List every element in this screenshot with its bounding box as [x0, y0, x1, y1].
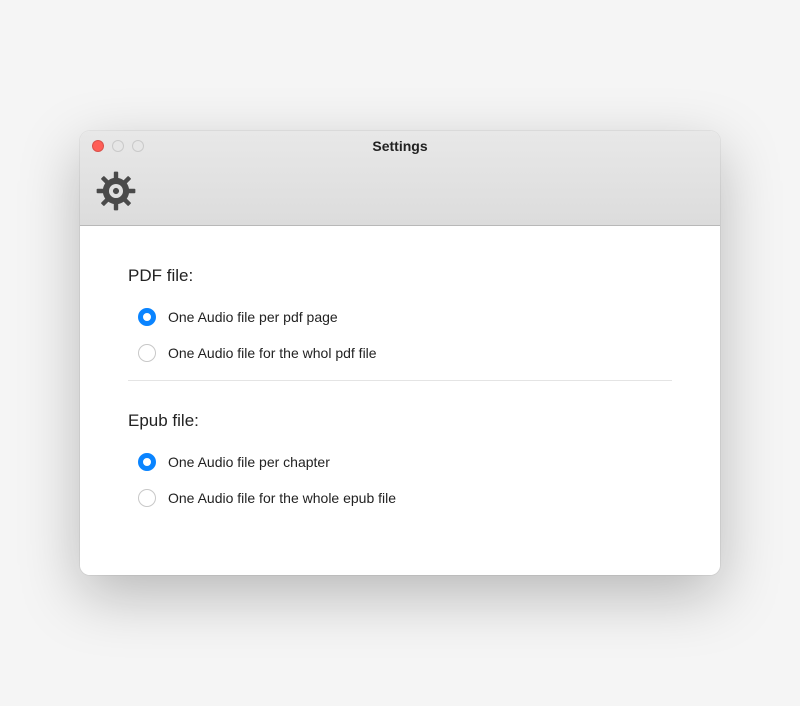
divider — [128, 380, 672, 381]
gear-icon — [94, 169, 706, 213]
titlebar: Settings — [80, 131, 720, 226]
window-title: Settings — [80, 138, 720, 154]
minimize-button[interactable] — [112, 140, 124, 152]
titlebar-top: Settings — [80, 131, 720, 161]
radio-label: One Audio file for the whole epub file — [168, 490, 396, 506]
traffic-lights — [80, 140, 144, 152]
pdf-radio-group: One Audio file per pdf page One Audio fi… — [128, 308, 672, 362]
epub-option-whole-file[interactable]: One Audio file for the whole epub file — [138, 489, 672, 507]
radio-icon — [138, 344, 156, 362]
radio-icon — [138, 308, 156, 326]
radio-label: One Audio file for the whol pdf file — [168, 345, 377, 361]
pdf-option-whole-file[interactable]: One Audio file for the whol pdf file — [138, 344, 672, 362]
epub-radio-group: One Audio file per chapter One Audio fil… — [128, 453, 672, 507]
epub-option-per-chapter[interactable]: One Audio file per chapter — [138, 453, 672, 471]
epub-section-title: Epub file: — [128, 411, 672, 431]
pdf-option-per-page[interactable]: One Audio file per pdf page — [138, 308, 672, 326]
radio-label: One Audio file per pdf page — [168, 309, 338, 325]
content: PDF file: One Audio file per pdf page On… — [80, 226, 720, 575]
radio-icon — [138, 489, 156, 507]
toolbar — [80, 161, 720, 225]
maximize-button[interactable] — [132, 140, 144, 152]
close-button[interactable] — [92, 140, 104, 152]
radio-label: One Audio file per chapter — [168, 454, 330, 470]
radio-icon — [138, 453, 156, 471]
pdf-section-title: PDF file: — [128, 266, 672, 286]
settings-window: Settings — [80, 131, 720, 575]
